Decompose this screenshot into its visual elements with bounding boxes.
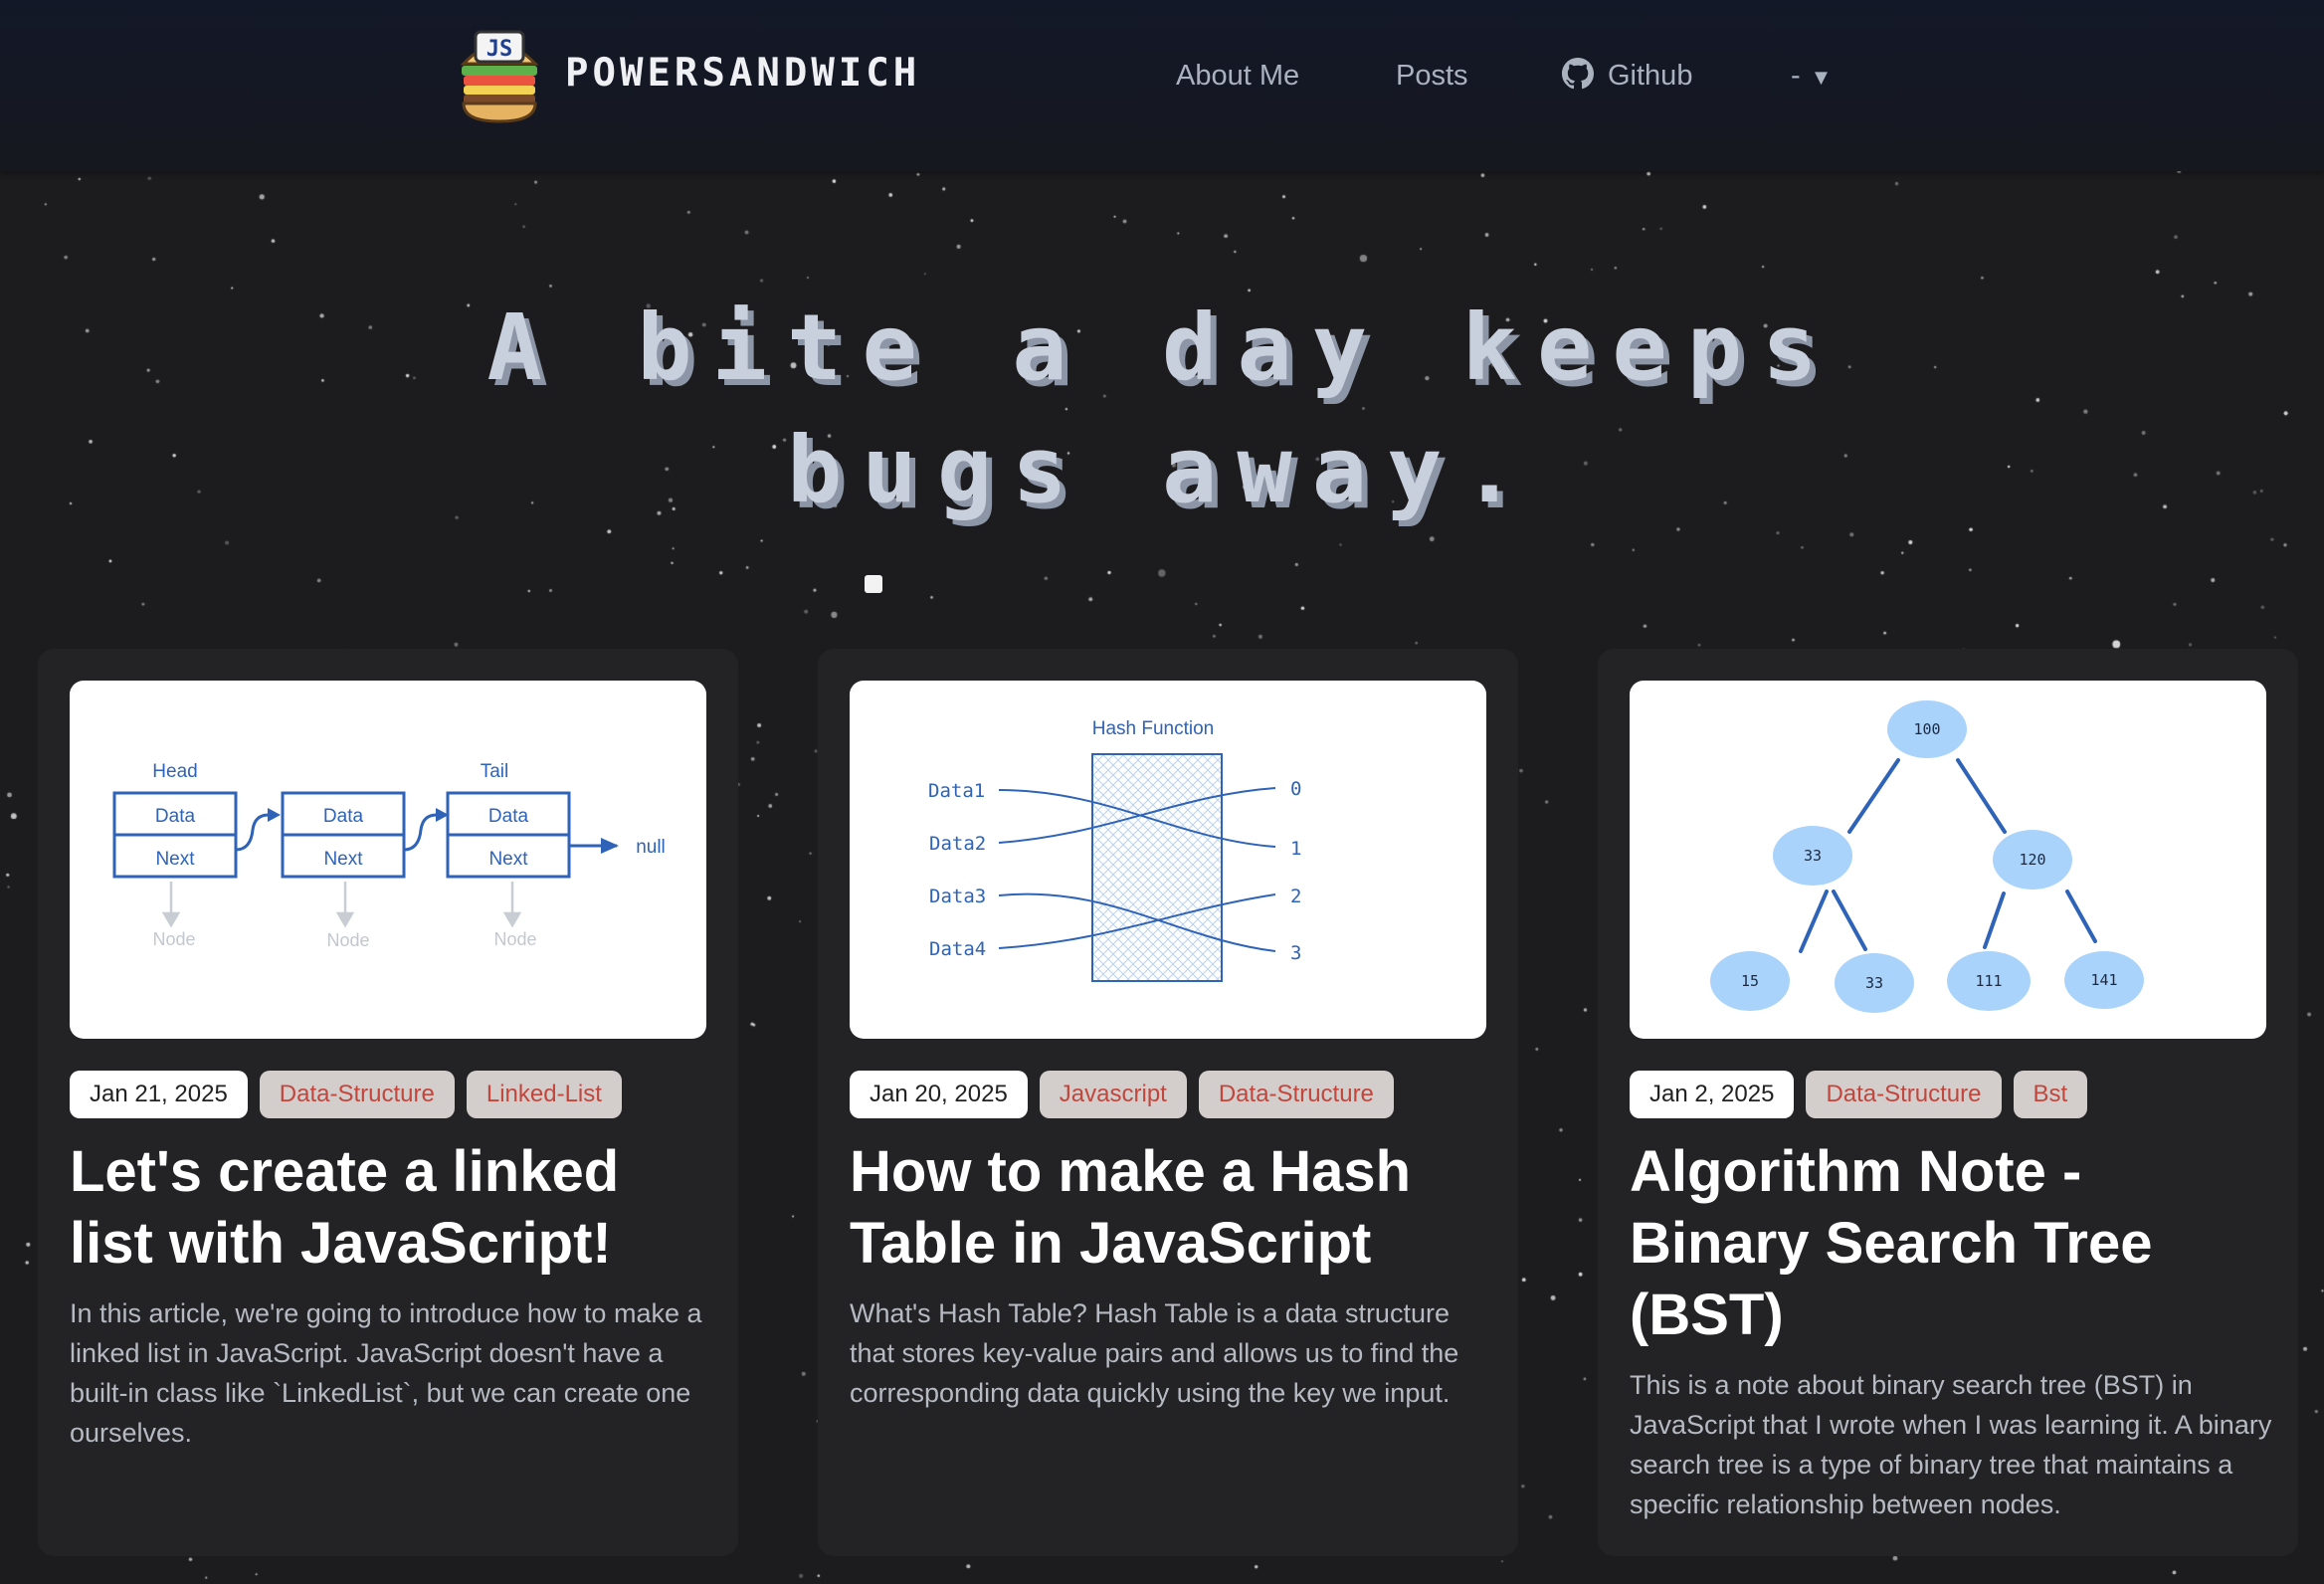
post-thumbnail-hash-table: Hash Function Data1 Data2 Data3 Data4 0 … — [850, 681, 1486, 1039]
post-card-hash-table[interactable]: Hash Function Data1 Data2 Data3 Data4 0 … — [818, 649, 1518, 1556]
head-label: Head — [152, 761, 197, 782]
bst-node-value: 15 — [1741, 972, 1759, 990]
hash-slot: 0 — [1290, 778, 1301, 800]
site-brand[interactable]: POWERSANDWICH — [565, 48, 920, 99]
nav-github-label: Github — [1608, 60, 1693, 92]
post-excerpt: In this article, we're going to introduc… — [70, 1298, 702, 1448]
bst-node-value: 141 — [2090, 971, 2117, 989]
node-caption: Node — [326, 930, 369, 950]
post-date: Jan 21, 2025 — [70, 1071, 248, 1118]
tag-data-structure[interactable]: Data-Structure — [1198, 1071, 1394, 1118]
node-data-label: Data — [155, 806, 196, 827]
node-next-label: Next — [488, 849, 528, 870]
bst-node-value: 100 — [1913, 720, 1940, 738]
nav-about-me[interactable]: About Me — [1176, 54, 1299, 98]
site-header: JS POWERSANDWICH About Me Posts Github -… — [0, 0, 2324, 171]
post-card-bst[interactable]: 100 33 120 15 33 111 141 Jan 2, 2025 Data… — [1598, 649, 2298, 1556]
hash-slot: 1 — [1290, 838, 1301, 860]
linked-list-diagram: Head Tail Data Next Data Next Data Next … — [112, 761, 666, 950]
nav-posts[interactable]: Posts — [1396, 54, 1468, 98]
node-data-label: Data — [323, 806, 364, 827]
post-meta: Jan 20, 2025 Javascript Data-Structure — [850, 1071, 1406, 1118]
post-meta: Jan 2, 2025 Data-Structure Bst — [1630, 1071, 2099, 1118]
tag-data-structure[interactable]: Data-Structure — [1806, 1071, 2002, 1118]
post-title[interactable]: Algorithm Note - Binary Search Tree (BST… — [1630, 1136, 2276, 1351]
hash-table-diagram: Hash Function Data1 Data2 Data3 Data4 0 … — [928, 718, 1301, 982]
hash-key: Data3 — [929, 886, 986, 907]
bst-diagram: 100 33 120 15 33 111 141 — [1710, 700, 2144, 1013]
caret-down-icon: ▼ — [1810, 65, 1833, 90]
bst-node-value: 33 — [1804, 847, 1822, 865]
hero-heading-line-1: A bite a day keeps — [486, 295, 1838, 401]
hero-heading-line-2: bugs away. — [787, 417, 1537, 523]
theme-dropdown-label: - — [1791, 60, 1801, 92]
tail-label: Tail — [481, 761, 509, 782]
hash-slot: 2 — [1290, 886, 1301, 907]
post-excerpt: What's Hash Table? Hash Table is a data … — [850, 1298, 1459, 1408]
node-caption: Node — [152, 929, 195, 949]
hash-function-label: Hash Function — [1092, 718, 1215, 739]
tag-linked-list[interactable]: Linked-List — [466, 1071, 622, 1118]
tag-javascript[interactable]: Javascript — [1039, 1071, 1187, 1118]
bst-node-value: 33 — [1865, 974, 1883, 992]
hash-slot: 3 — [1290, 942, 1301, 964]
typing-cursor — [865, 575, 882, 593]
tag-data-structure[interactable]: Data-Structure — [259, 1071, 455, 1118]
post-thumbnail-linked-list: Head Tail Data Next Data Next Data Next … — [70, 681, 706, 1039]
post-title[interactable]: Let's create a linked list with JavaScri… — [70, 1136, 716, 1280]
post-card-linked-list[interactable]: Head Tail Data Next Data Next Data Next … — [38, 649, 738, 1556]
null-label: null — [636, 837, 666, 858]
post-excerpt: This is a note about binary search tree … — [1630, 1370, 2272, 1519]
hash-key: Data1 — [928, 780, 985, 802]
github-icon — [1562, 58, 1594, 90]
node-next-label: Next — [155, 849, 195, 870]
nav-github[interactable]: Github — [1562, 54, 1692, 98]
logo-label: JS — [486, 37, 513, 62]
node-data-label: Data — [488, 806, 529, 827]
hash-key: Data4 — [929, 938, 986, 960]
tag-bst[interactable]: Bst — [2013, 1071, 2088, 1118]
post-title[interactable]: How to make a Hash Table in JavaScript — [850, 1136, 1496, 1280]
bst-node-value: 120 — [2019, 851, 2045, 869]
post-date: Jan 20, 2025 — [850, 1071, 1028, 1118]
node-caption: Node — [493, 929, 536, 949]
theme-dropdown[interactable]: - ▼ — [1791, 54, 1832, 98]
post-date: Jan 2, 2025 — [1630, 1071, 1795, 1118]
hash-key: Data2 — [929, 833, 986, 855]
node-next-label: Next — [323, 849, 363, 870]
sandwich-logo-icon[interactable]: JS — [456, 26, 543, 125]
post-meta: Jan 21, 2025 Data-Structure Linked-List — [70, 1071, 634, 1118]
post-thumbnail-bst: 100 33 120 15 33 111 141 — [1630, 681, 2266, 1039]
bst-node-value: 111 — [1975, 972, 2002, 990]
